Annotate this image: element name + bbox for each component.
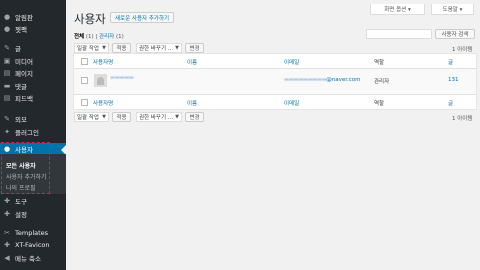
brush-icon: ✎ [4,114,10,123]
pin-icon: ✎ [4,43,10,52]
email-masked: ▬▬▬▬▬▬▬▬▬ [284,77,327,83]
sidebar-item-label: 댓글 [15,83,27,91]
comment-icon: ▬ [3,81,11,90]
sidebar-item[interactable]: ✚ XT-Favicon [0,239,66,251]
users-table: 사용자명 이름 이메일 역할 글 ▬▬▬▬▬ ▬▬▬▬▬▬▬▬▬@naver.c… [73,53,477,110]
items-count-bottom: 1 아이템 [452,116,473,122]
chevron-down-icon: ▼ [102,45,106,51]
wrench-icon: ✚ [4,196,10,205]
search-users-button[interactable]: 사용자 검색 [435,29,475,39]
bulk-action-select-bottom[interactable]: 일괄 작업 ▼ [74,112,109,122]
bulk-action-label: 일괄 작업 [77,115,99,121]
main-content: 화면 옵션 ▾ 도움말 ▾ 사용자 새로운 사용자 추가하기 전체 (1) | … [66,0,480,270]
col-username-footer[interactable]: 사용자명 [93,99,113,107]
templates-icon: ✂ [4,228,10,237]
sidebar-item-label: XT-Favicon [15,241,50,249]
sidebar-item-label: 페이지 [15,70,33,78]
col-role-footer: 역할 [374,101,385,107]
role-filters: 전체 (1) | 관리자 (1) [74,32,124,40]
sidebar-item[interactable]: ✎ 외모 [0,113,66,125]
row-checkbox[interactable] [81,77,88,84]
add-new-user-button[interactable]: 새로운 사용자 추가하기 [110,12,175,23]
sidebar-item[interactable]: ▤ 페이지 [0,67,66,79]
role-change-label: 권한 바꾸기 ... [139,46,174,52]
col-posts-footer[interactable]: 글 [448,99,453,107]
change-button-top[interactable]: 변경 [185,43,204,53]
plugin-icon: ✦ [4,127,10,136]
sidebar-item[interactable]: ● 젯팩 [0,23,66,35]
role-cell: 관리자 [374,79,390,85]
chevron-down-icon: ▼ [175,45,179,51]
sidebar-item-label: Templates [15,229,49,237]
filter-admin[interactable]: 관리자 [99,34,114,40]
sidebar-item-label: 알림판 [15,14,33,22]
jetpack-icon: ● [3,24,11,33]
role-change-label: 권한 바꾸기 ... [139,115,174,121]
bulk-action-select-top[interactable]: 일괄 작업 ▼ [74,43,109,53]
chevron-down-icon: ▼ [175,114,179,120]
sidebar-item[interactable]: ✚ 설정 [0,208,66,220]
filter-all-count: (1) [85,34,94,40]
avatar [94,74,107,87]
select-all-checkbox-bottom[interactable] [81,99,88,106]
highlight-box [1,142,50,194]
sidebar-item[interactable]: ✂ Templates [0,227,66,239]
sidebar-item[interactable]: ▣ 미디어 [0,55,66,67]
col-posts[interactable]: 글 [448,58,453,66]
sidebar-item-label: 플러그인 [15,129,39,137]
sidebar-item[interactable]: ✎ 글 [0,42,66,54]
table-row: ▬▬▬▬▬ ▬▬▬▬▬▬▬▬▬@naver.com 관리자 131 [74,69,476,94]
sidebar-item-label: 설정 [15,211,27,219]
sidebar-item[interactable]: ▬ 댓글 [0,80,66,92]
sidebar-item[interactable]: ✦ 플러그인 [0,126,66,138]
sidebar-item-label: 메뉴 축소 [15,255,41,263]
settings-icon: ✚ [4,209,10,218]
sidebar-item[interactable]: ● 알림판 [0,11,66,23]
filter-separator: | [95,34,98,40]
media-icon: ▣ [3,56,11,65]
table-header: 사용자명 이름 이메일 역할 글 [74,54,476,69]
col-email-footer[interactable]: 이메일 [284,99,299,107]
bulk-action-label: 일괄 작업 [77,46,99,52]
page-icon: ▤ [3,68,11,77]
admin-sidebar: ● 알림판 ● 젯팩 ✎ 글 ▣ 미디어 ▤ 페이지 ▬ 댓글 ▤ 피드백 ✎ 외모 ✦ 플러그인 ● 사용자 ✚ 도구 ✚… [0,0,66,270]
select-all-checkbox[interactable] [81,58,88,65]
col-email[interactable]: 이메일 [284,58,299,66]
sidebar-item-label: 외모 [15,116,27,124]
bell-icon: ● [3,12,11,21]
sidebar-item-label: 도구 [15,198,27,206]
role-change-select-bottom[interactable]: 권한 바꾸기 ... ▼ [136,112,182,122]
sidebar-item[interactable]: ✚ 도구 [0,195,66,207]
col-name-footer[interactable]: 이름 [187,99,197,107]
posts-count-link[interactable]: 131 [448,77,459,83]
collapse-icon: ◀ [4,253,10,262]
sidebar-item[interactable]: ▤ 피드백 [0,92,66,104]
page-title: 사용자 [74,12,106,26]
col-role: 역할 [374,60,385,66]
apply-button-bottom[interactable]: 적용 [112,112,131,122]
filter-admin-count: (1) [115,34,124,40]
filter-all[interactable]: 전체 [74,34,84,40]
col-name[interactable]: 이름 [187,58,197,66]
sidebar-item[interactable]: ◀ 메뉴 축소 [0,252,66,264]
email-domain: @naver.com [326,77,361,83]
change-button-bottom[interactable]: 변경 [185,112,204,122]
sidebar-item-label: 미디어 [15,58,33,66]
chevron-down-icon: ▼ [102,114,106,120]
table-footer: 사용자명 이름 이메일 역할 글 [74,94,476,109]
favicon-icon: ✚ [4,240,10,249]
sidebar-item-label: 젯팩 [15,26,27,34]
help-tab[interactable]: 도움말 ▾ [431,4,474,15]
role-change-select-top[interactable]: 권한 바꾸기 ... ▼ [136,43,182,53]
col-username[interactable]: 사용자명 [93,58,113,66]
screen-options-tab[interactable]: 화면 옵션 ▾ [370,4,425,15]
apply-button-top[interactable]: 적용 [112,43,131,53]
username-link[interactable]: ▬▬▬▬▬ [110,75,134,81]
sidebar-item-label: 피드백 [15,95,33,103]
feedback-icon: ▤ [3,93,11,102]
email-link[interactable]: ▬▬▬▬▬▬▬▬▬@naver.com [284,77,361,83]
items-count-top: 1 아이템 [452,47,473,53]
sidebar-item-label: 글 [15,45,21,53]
user-search-input[interactable] [366,29,432,39]
